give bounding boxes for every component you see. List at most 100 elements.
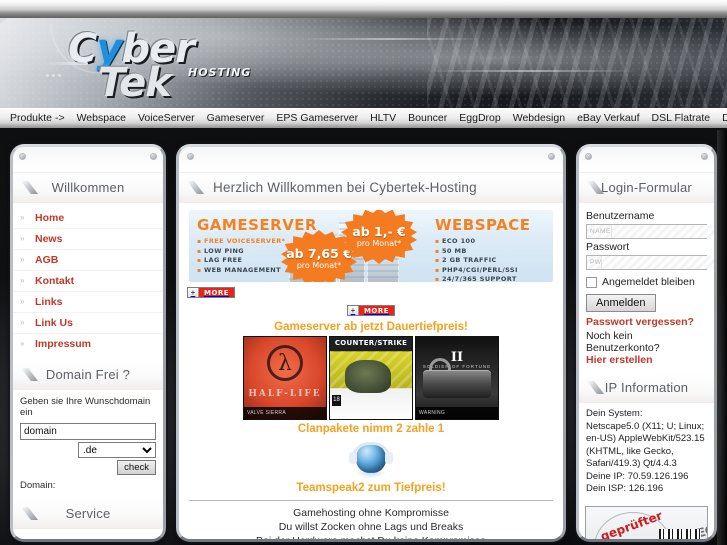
- blurb-line: Bei der Hardware machst Du keine Komprom…: [187, 534, 555, 539]
- screw-icon: ◎: [150, 153, 157, 160]
- plus-icon: +: [188, 288, 199, 297]
- password-field-wrap[interactable]: PW: [586, 255, 714, 270]
- right-sidebar: ◎ ◎ Login-Formular Benutzername NAME Pas…: [576, 144, 717, 542]
- section-header-ip-information: IP Information: [579, 373, 714, 403]
- remember-me-row[interactable]: Angemeldet bleiben: [586, 276, 707, 288]
- remember-me-checkbox[interactable]: [586, 276, 597, 288]
- promo-banner[interactable]: GAMESERVER FREE VOICESERVER* LOW PING LA…: [189, 210, 553, 282]
- promo-gameserver-title: GAMESERVER: [197, 216, 318, 234]
- system-label: Dein System:: [586, 408, 643, 419]
- logo-tagline: HOSTING: [188, 66, 252, 79]
- page-root: Cyber Tek HOSTING Produkte -> Webspace V…: [0, 0, 727, 545]
- chevron-right-icon: »: [20, 339, 25, 348]
- sidebar-item-kontakt[interactable]: » Kontakt: [13, 271, 163, 292]
- section-header-domain: Domain Frei ?: [13, 360, 163, 390]
- username-label: Benutzername: [586, 210, 655, 222]
- page-right-edge-decor: [717, 130, 727, 545]
- nav-item-voiceserver[interactable]: VoiceServer: [132, 109, 201, 128]
- header-streak: [300, 38, 480, 40]
- more-button-gameserver[interactable]: + MORE: [187, 287, 236, 298]
- game-box-counter-strike[interactable]: COUNTER/STRIKE 18: [329, 336, 413, 420]
- nav-item-eggdrop[interactable]: EggDrop: [453, 109, 506, 128]
- service-link-list[interactable]: »LIVE SUPPORT »Popularitäts-Check: [13, 529, 163, 539]
- remember-me-label: Angemeldet bleiben: [602, 276, 695, 288]
- section-title: Willkommen: [51, 180, 125, 195]
- username-input[interactable]: [611, 225, 714, 238]
- sidebar-item-live-support[interactable]: »LIVE SUPPORT: [13, 534, 163, 539]
- nav-item-dyndns[interactable]: DynDNS: [716, 109, 727, 128]
- promo-webspace-features: ECO 100 50 MB 2 GB TRAFFIC PHP4/CGI/PERL…: [435, 237, 531, 282]
- main-navigation[interactable]: Produkte -> Webspace VoiceServer Gameser…: [0, 108, 727, 128]
- domain-form-hint: Geben sie Ihre Wunschdomain ein: [20, 396, 151, 418]
- username-prefix-label: NAME: [587, 225, 612, 238]
- nav-item-eps-gameserver[interactable]: EPS Gameserver: [270, 109, 364, 128]
- sidebar-item-label: News: [35, 233, 63, 245]
- panel-sheen: [179, 147, 563, 173]
- game-box-row[interactable]: λ HALF-LIFE VALVE SIERRA COUNTER/STRIKE …: [187, 336, 555, 420]
- sidebar-item-label: Link Us: [35, 317, 73, 329]
- game-box-soldier-of-fortune[interactable]: II SOLDIER OF FORTUNE WARNING: [415, 336, 499, 420]
- chevron-right-icon: »: [20, 255, 25, 264]
- price-period: pro Monat*: [356, 239, 402, 248]
- create-account-link[interactable]: Hier erstellen: [586, 354, 707, 366]
- sidebar-link-list[interactable]: » Home » News » AGB » Kontakt » Links » Link U…: [13, 203, 163, 360]
- sidebar-item-news[interactable]: » News: [13, 229, 163, 250]
- sidebar-item-label: Impressum: [35, 338, 92, 350]
- domain-check-button[interactable]: check: [117, 460, 156, 475]
- game-caption: VALVE SIERRA: [244, 407, 326, 419]
- game-title: II: [450, 350, 464, 365]
- screw-icon: ◎: [187, 153, 194, 160]
- sidebar-item-label: LIVE SUPPORT: [35, 538, 112, 539]
- sidebar-item-agb[interactable]: » AGB: [13, 250, 163, 271]
- tld-select[interactable]: .de: [78, 442, 156, 458]
- intro-blurb: Gamehosting ohne Kompromisse Du willst Z…: [187, 506, 555, 539]
- nav-item-gameserver[interactable]: Gameserver: [201, 109, 271, 128]
- more-row-center: + MORE: [187, 300, 555, 318]
- sidebar-item-impressum[interactable]: » Impressum: [13, 334, 163, 354]
- section-title: IP Information: [604, 380, 689, 395]
- more-row-left: + MORE: [187, 282, 555, 300]
- more-button-webspace[interactable]: + MORE: [346, 305, 396, 316]
- nav-item-webspace[interactable]: Webspace: [71, 109, 132, 128]
- chevron-right-icon: »: [20, 213, 25, 222]
- section-title: Service: [65, 506, 111, 521]
- sidebar-item-links[interactable]: » Links: [13, 292, 163, 313]
- header-banner-image: Cyber Tek HOSTING: [0, 18, 727, 108]
- offer-heading: Gameserver ab jetzt Dauertiefpreis!: [274, 321, 468, 333]
- nav-item-hltv[interactable]: HLTV: [364, 109, 402, 128]
- section-title: Login-Formular: [601, 180, 692, 195]
- nav-item-ebay-verkauf[interactable]: eBay Verkauf: [571, 109, 645, 128]
- user-agent-string: Netscape5.0 (X11; U; Linux; en-US) Apple…: [586, 420, 705, 470]
- domain-input[interactable]: [20, 423, 156, 440]
- section-header-login: Login-Formular: [579, 173, 714, 203]
- nav-item-webdesign[interactable]: Webdesign: [507, 109, 571, 128]
- sidebar-item-link-us[interactable]: » Link Us: [13, 313, 163, 334]
- screw-icon: ◎: [19, 153, 26, 160]
- sidebar-item-home[interactable]: » Home: [13, 208, 163, 229]
- gameservercheck-badge[interactable]: geprüfter GAMESERVERCHECK Anbieter cyber…: [585, 505, 708, 539]
- sidebar-item-label: Kontakt: [35, 275, 75, 287]
- nav-item-dsl-flatrate[interactable]: DSL Flatrate: [646, 109, 717, 128]
- username-field-wrap[interactable]: NAME: [586, 224, 714, 239]
- forgot-password-link[interactable]: Passwort vergessen?: [586, 316, 707, 328]
- nav-item-produkte[interactable]: Produkte ->: [8, 109, 71, 128]
- slash-icon: [187, 181, 204, 194]
- game-caption: WARNING: [416, 407, 498, 419]
- game-art-soldier: [344, 359, 391, 393]
- game-box-half-life[interactable]: λ HALF-LIFE VALVE SIERRA: [243, 336, 327, 420]
- site-logo[interactable]: Cyber Tek HOSTING: [40, 24, 300, 106]
- login-submit-button[interactable]: Anmelden: [586, 294, 656, 312]
- nav-item-bouncer[interactable]: Bouncer: [402, 109, 453, 128]
- password-prefix-label: PW: [587, 256, 603, 269]
- password-input[interactable]: [602, 256, 714, 269]
- site-header: Cyber Tek HOSTING: [0, 0, 727, 108]
- feature-item: ECO 100: [435, 237, 531, 247]
- feature-item: 2 GB TRAFFIC: [435, 256, 531, 266]
- page-title: Herzlich Willkommen bei Cybertek-Hosting: [213, 180, 477, 195]
- price-amount: ab 1,- €: [352, 224, 406, 239]
- chevron-right-icon: »: [20, 318, 25, 327]
- section-title: Domain Frei ?: [45, 367, 131, 382]
- sidebar-item-label: Links: [35, 296, 63, 308]
- main-content-panel: ◎ ◎ Herzlich Willkommen bei Cybertek-Hos…: [176, 144, 566, 542]
- teamspeak-promo[interactable]: Teamspeak2 zum Tiefpreis!: [187, 441, 555, 494]
